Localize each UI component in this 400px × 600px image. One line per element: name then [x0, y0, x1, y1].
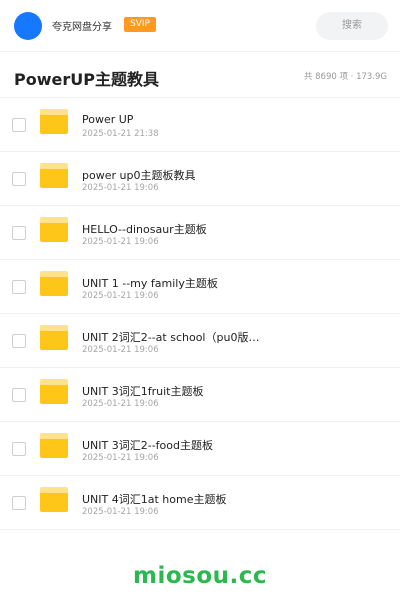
folder-header: PowerUP主题教具 共 8690 项 · 173.9G — [0, 52, 400, 98]
list-item[interactable]: Power UP 2025-01-21 21:38 — [0, 98, 400, 152]
list-item[interactable]: HELLO--dinosaur主题板 2025-01-21 19:06 — [0, 206, 400, 260]
search-input[interactable]: 搜索 — [316, 12, 388, 40]
item-name: HELLO--dinosaur主题板 — [82, 223, 207, 236]
folder-icon — [40, 325, 68, 350]
item-name: UNIT 2词汇2--at school（pu0版… — [82, 331, 260, 344]
select-checkbox[interactable] — [12, 496, 26, 510]
svip-badge: SVIP — [124, 17, 156, 32]
list-item[interactable]: UNIT 3词汇1fruit主题板 2025-01-21 19:06 — [0, 368, 400, 422]
select-checkbox[interactable] — [12, 172, 26, 186]
list-item[interactable]: UNIT 4词汇1at home主题板 2025-01-21 19:06 — [0, 476, 400, 530]
list-item[interactable]: UNIT 1 --my family主题板 2025-01-21 19:06 — [0, 260, 400, 314]
folder-icon — [40, 487, 68, 512]
watermark: miosou.cc — [132, 563, 268, 589]
item-date: 2025-01-21 19:06 — [82, 237, 159, 247]
folder-icon — [40, 379, 68, 404]
item-date: 2025-01-21 19:06 — [82, 291, 159, 301]
item-name: UNIT 3词汇2--food主题板 — [82, 439, 213, 452]
folder-icon — [40, 271, 68, 296]
top-bar: 夸克网盘分享 SVIP 搜索 — [0, 0, 400, 52]
select-checkbox[interactable] — [12, 388, 26, 402]
list-item[interactable]: UNIT 3词汇2--food主题板 2025-01-21 19:06 — [0, 422, 400, 476]
select-checkbox[interactable] — [12, 442, 26, 456]
folder-icon — [40, 217, 68, 242]
select-checkbox[interactable] — [12, 226, 26, 240]
list-item[interactable]: power up0主题板教具 2025-01-21 19:06 — [0, 152, 400, 206]
item-date: 2025-01-21 19:06 — [82, 453, 159, 463]
item-name: power up0主题板教具 — [82, 169, 196, 182]
item-date: 2025-01-21 19:06 — [82, 507, 159, 517]
page-title: PowerUP主题教具 — [14, 70, 159, 89]
select-checkbox[interactable] — [12, 280, 26, 294]
item-name: UNIT 1 --my family主题板 — [82, 277, 218, 290]
folder-icon — [40, 109, 68, 134]
list-item[interactable]: UNIT 2词汇2--at school（pu0版… 2025-01-21 19… — [0, 314, 400, 368]
file-list: Power UP 2025-01-21 21:38 power up0主题板教具… — [0, 98, 400, 530]
folder-icon — [40, 163, 68, 188]
folder-icon — [40, 433, 68, 458]
item-name: UNIT 3词汇1fruit主题板 — [82, 385, 204, 398]
folder-stats: 共 8690 项 · 173.9G — [303, 72, 387, 82]
item-date: 2025-01-21 19:06 — [82, 345, 159, 355]
item-name: UNIT 4词汇1at home主题板 — [82, 493, 227, 506]
avatar[interactable] — [14, 12, 42, 40]
share-owner-name: 夸克网盘分享 — [52, 22, 112, 33]
select-checkbox[interactable] — [12, 334, 26, 348]
item-date: 2025-01-21 19:06 — [82, 399, 159, 409]
item-name: Power UP — [82, 113, 134, 126]
item-date: 2025-01-21 19:06 — [82, 183, 159, 193]
select-checkbox[interactable] — [12, 118, 26, 132]
item-date: 2025-01-21 21:38 — [82, 129, 159, 139]
